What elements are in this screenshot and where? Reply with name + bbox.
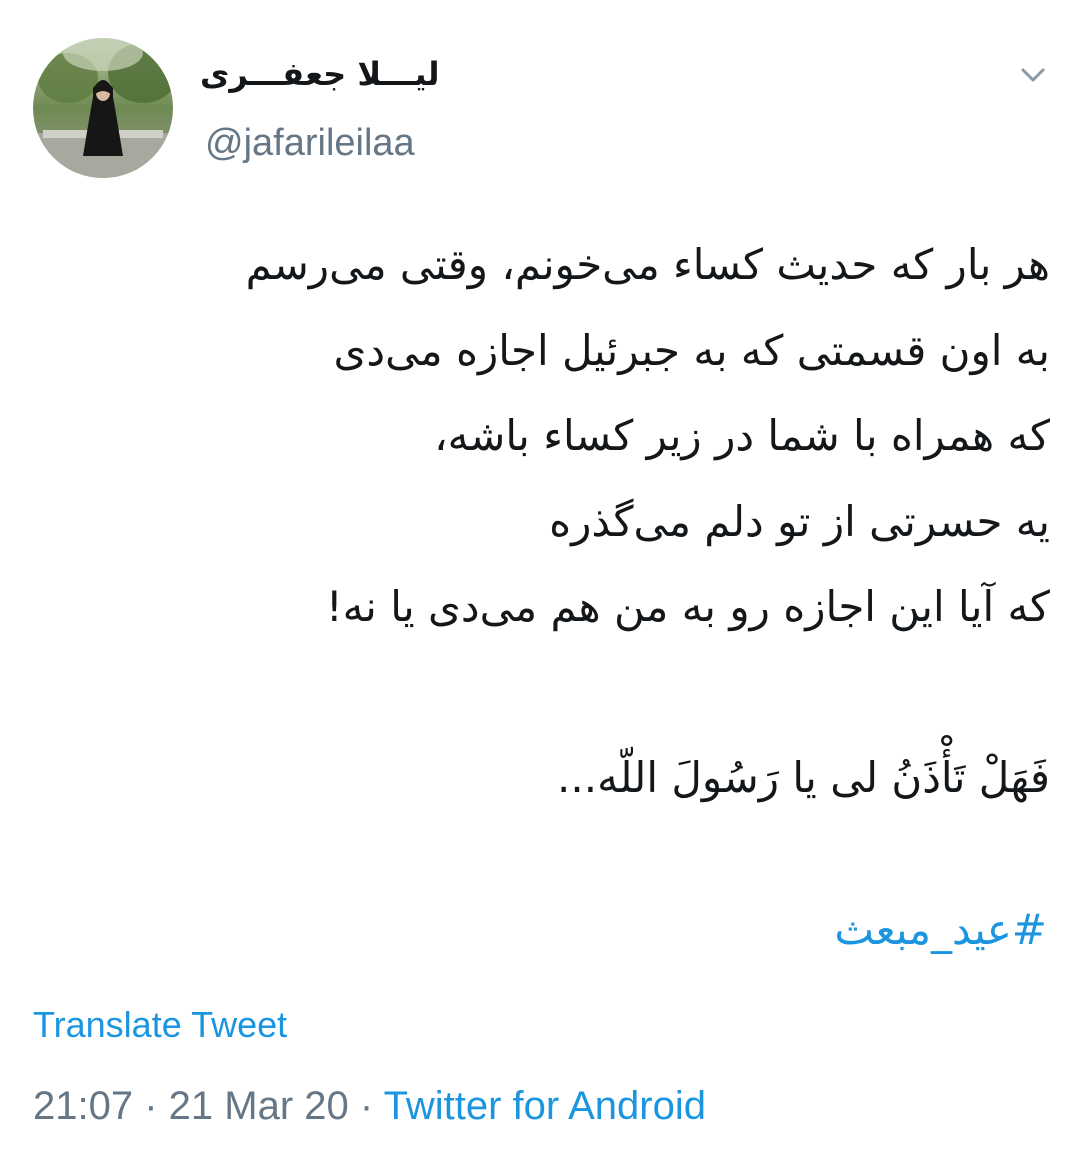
avatar[interactable] (33, 38, 173, 178)
tweet-line: که آیا این اجازه رو به من هم می‌دی یا نه… (325, 582, 1050, 631)
meta-separator: · (348, 1084, 384, 1128)
tweet-line: که همراه با شما در زیر کساء باشه، (434, 411, 1050, 460)
tweet-time[interactable]: 21:07 (33, 1084, 133, 1128)
tweet-meta: 21:07 · 21 Mar 20 · Twitter for Android (33, 1081, 706, 1131)
tweet-line: فَهَلْ تَأْذَنُ لی یا رَسُولَ اللّه... (557, 753, 1050, 802)
tweet-source-link[interactable]: Twitter for Android (384, 1084, 706, 1128)
profile-photo (33, 38, 173, 178)
user-handle[interactable]: @jafarileilaa (205, 120, 415, 166)
tweet-line: یه حسرتی از تو دلم می‌گذره (549, 496, 1050, 546)
display-name[interactable]: لیـــلا جعفـــری (200, 52, 500, 96)
tweet-line: به اون قسمتی که به جبرئیل اجازه می‌دی (333, 325, 1050, 375)
translate-tweet-link[interactable]: Translate Tweet (33, 1002, 287, 1048)
tweet-line: هر بار که حدیث کساء می‌خونم، وقتی می‌رسم (245, 240, 1050, 289)
tweet-text: هر بار که حدیث کساء می‌خونم، وقتی می‌رسم… (30, 222, 1050, 821)
display-name-text: لیـــلا جعفـــری (200, 55, 440, 93)
meta-separator: · (133, 1084, 169, 1128)
hashtag-link[interactable]: #عید_مبعث (834, 895, 1047, 965)
tweet-date[interactable]: 21 Mar 20 (169, 1084, 349, 1128)
chevron-down-icon[interactable] (1013, 60, 1053, 90)
